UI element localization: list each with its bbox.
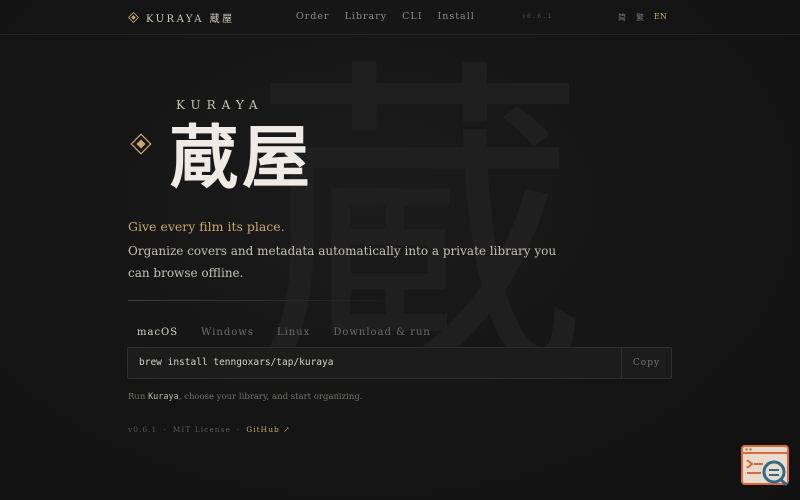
- lang-english[interactable]: EN: [654, 12, 667, 23]
- watermark-kanji: 蔵: [255, 33, 585, 417]
- hero-description: Organize covers and metadata automatical…: [128, 244, 557, 280]
- hint-suffix: , choose your library, and start organiz…: [178, 392, 363, 402]
- page: 蔵 KURAYA 蔵屋 Order Library CLI Install v0…: [0, 0, 800, 500]
- diamond-emblem-icon: [130, 133, 152, 155]
- header-version: v0.6.1: [522, 13, 553, 20]
- nav-order[interactable]: Order: [296, 11, 330, 22]
- tab-macos[interactable]: macOS: [137, 327, 178, 338]
- footer-separator: ·: [163, 425, 167, 434]
- hero-tagline: Give every film its place.: [128, 219, 285, 234]
- copy-button[interactable]: Copy: [621, 348, 671, 378]
- terminal-search-icon[interactable]: [741, 445, 790, 487]
- footer: v0.6.1 · MIT License · GitHub ↗: [128, 425, 291, 434]
- lang-simplified-chinese[interactable]: 简: [618, 12, 626, 23]
- brand-logo[interactable]: KURAYA 蔵屋: [128, 10, 235, 25]
- section-divider: [128, 300, 403, 301]
- hero-title: 蔵屋: [170, 118, 315, 198]
- language-switcher: 简 繁 EN: [618, 12, 667, 23]
- tab-download-run[interactable]: Download & run: [333, 327, 431, 338]
- tab-linux[interactable]: Linux: [277, 327, 310, 338]
- top-bar: KURAYA 蔵屋 Order Library CLI Install v0.6…: [0, 0, 800, 35]
- hint-app-name: Kuraya: [148, 392, 179, 402]
- install-tabs: macOS Windows Linux Download & run: [137, 327, 431, 338]
- install-hint: Run Kuraya, choose your library, and sta…: [128, 392, 362, 402]
- install-command-box: brew install tenngoxars/tap/kuraya Copy: [127, 347, 672, 379]
- brand-name: KURAYA 蔵屋: [146, 14, 235, 25]
- tab-windows[interactable]: Windows: [201, 327, 254, 338]
- footer-version: v0.6.1: [128, 425, 158, 434]
- footer-separator: ·: [236, 425, 241, 434]
- install-command[interactable]: brew install tenngoxars/tap/kuraya: [139, 357, 333, 368]
- github-link[interactable]: GitHub ↗: [246, 425, 290, 434]
- nav-cli[interactable]: CLI: [402, 11, 422, 22]
- main-nav: Order Library CLI Install: [296, 11, 475, 22]
- nav-install[interactable]: Install: [437, 11, 474, 22]
- footer-license[interactable]: MIT License: [173, 425, 231, 434]
- hero-eyebrow: KURAYA: [176, 98, 264, 112]
- diamond-emblem-icon: [128, 12, 139, 23]
- hint-prefix: Run: [128, 392, 149, 402]
- lang-traditional-chinese[interactable]: 繁: [636, 12, 644, 23]
- nav-library[interactable]: Library: [345, 11, 388, 22]
